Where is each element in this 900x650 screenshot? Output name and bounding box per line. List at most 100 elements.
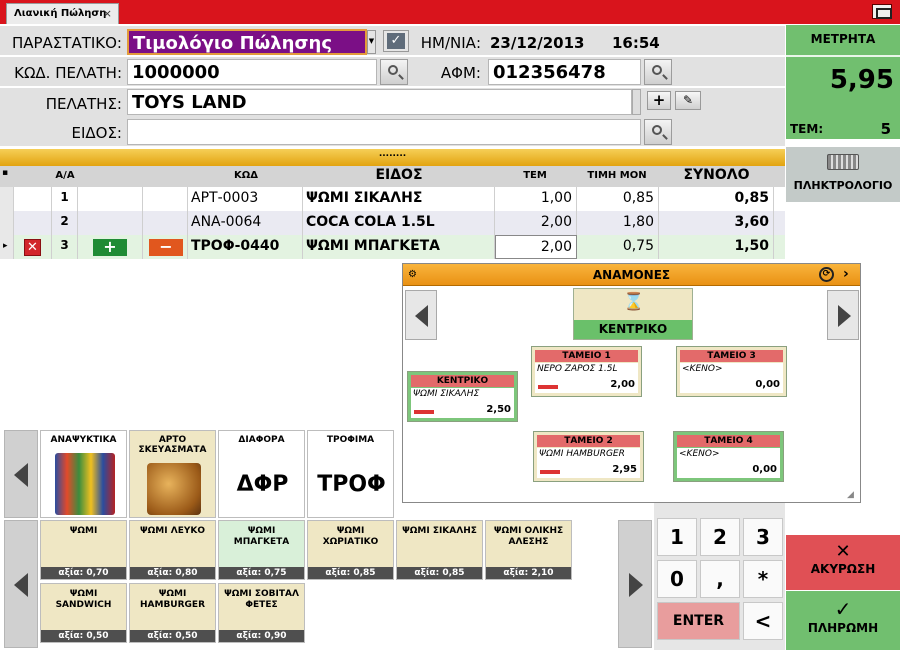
edit-customer-button[interactable]: ✎ — [675, 91, 701, 110]
decrease-qty-button[interactable]: − — [149, 239, 183, 256]
date-value: 23/12/2013 — [490, 34, 585, 52]
table-row[interactable]: 2 ΑΝΑ-0064 COCA COLA 1.5L 2,00 1,80 3,60 — [0, 211, 785, 235]
product-tile[interactable]: ΨΩΜΙ ΛΕΥΚΟ αξία: 0,80 — [129, 520, 216, 580]
category-code: ΤΡΟΦ — [317, 472, 386, 497]
total-amount: 5,95 — [829, 65, 894, 95]
table-row[interactable]: 1 ΑΡΤ-0003 ΨΩΜΙ ΣΙΚΑΛΗΣ 1,00 0,85 0,85 — [0, 187, 785, 211]
category-prev-button[interactable] — [4, 430, 38, 518]
category-misc[interactable]: ΔΙΑΦΟΡΑ ΔΦΡ — [218, 430, 305, 518]
cancel-label: ΑΚΥΡΩΣΗ — [810, 562, 876, 576]
row-item: ΨΩΜΙ ΣΙΚΑΛΗΣ — [303, 187, 495, 211]
till-card-central[interactable]: ΚΕΝΤΡΙΚΟ ΨΩΜΙ ΣΙΚΑΛΗΣ 2,50 — [407, 371, 518, 422]
items-count-label: ΤΕΜ: — [790, 122, 824, 136]
row-total: 0,85 — [659, 187, 774, 211]
col-unit-price: ΤΙΜΗ ΜΟΝ — [587, 170, 647, 181]
afm-search-button[interactable] — [644, 59, 672, 85]
row-price: 0,85 — [577, 187, 659, 211]
till-card-1[interactable]: ΤΑΜΕΙΟ 1 ΝΕΡΟ ΖΑΡΟΣ 1.5L 2,00 — [531, 346, 642, 397]
keyboard-icon — [827, 154, 859, 170]
increase-qty-button[interactable]: + — [93, 239, 127, 256]
products-next-button[interactable] — [618, 520, 652, 648]
search-icon — [652, 65, 662, 75]
soft-drinks-image — [55, 453, 115, 515]
key-comma[interactable]: , — [700, 560, 740, 598]
product-tile[interactable]: ΨΩΜΙ ΣΟΒΙΤΑΛ ΦΕΤΕΣ αξία: 0,90 — [218, 583, 305, 643]
afm-input[interactable]: 012356478 — [488, 59, 641, 85]
delete-row-button[interactable]: ✕ — [24, 239, 41, 256]
customer-code-input[interactable]: 1000000 — [127, 59, 377, 85]
col-qty: ΤΕΜ — [523, 170, 547, 181]
pay-button[interactable]: ✓ ΠΛΗΡΩΜΗ — [786, 591, 900, 650]
items-count-value: 5 — [880, 120, 891, 138]
close-icon: ✕ — [835, 541, 851, 562]
grid-header: ▪ Α/Α ΚΩΔ ΕΙΔΟΣ ΤΕΜ ΤΙΜΗ ΜΟΝ ΣΥΝΟΛΟ — [0, 166, 785, 187]
refresh-icon[interactable]: ⟳ — [819, 267, 834, 282]
waiting-prev-button[interactable] — [405, 290, 437, 340]
row-aa: 2 — [52, 211, 78, 235]
grid-splitter[interactable]: ........ — [0, 149, 785, 166]
customer-input[interactable]: TOYS LAND — [127, 89, 632, 115]
product-tile[interactable]: ΨΩΜΙ ΣΙΚΑΛΗΣ αξία: 0,85 — [396, 520, 483, 580]
category-label: ΔΙΑΦΟΡΑ — [238, 435, 285, 445]
resize-grip-icon[interactable]: ◢ — [847, 490, 854, 500]
customer-label: ΠΕΛΑΤΗΣ: — [45, 95, 122, 113]
till-card-2[interactable]: ΤΑΜΕΙΟ 2 ΨΩΜΙ HAMBURGER 2,95 — [533, 431, 644, 482]
table-row-selected[interactable]: ▸ ✕ 3 + − ΤΡΟΦ-0440 ΨΩΜΙ ΜΠΑΓΚΕΤΑ 2,00 0… — [0, 235, 785, 259]
product-tile[interactable]: ΨΩΜΙ ΧΩΡΙΑΤΙΚΟ αξία: 0,85 — [307, 520, 394, 580]
central-till-label: ΚΕΝΤΡΙΚΟ — [574, 320, 692, 339]
row-code: ΑΡΤ-0003 — [188, 187, 303, 211]
pencil-icon: ✎ — [682, 93, 694, 107]
cancel-button[interactable]: ✕ ΑΚΥΡΩΣΗ — [786, 535, 900, 590]
chevron-right-icon[interactable]: › — [843, 266, 849, 282]
key-0[interactable]: 0 — [657, 560, 697, 598]
key-star[interactable]: * — [743, 560, 783, 598]
category-soft-drinks[interactable]: ΑΝΑΨΥΚΤΙΚΑ — [40, 430, 127, 518]
afm-label: ΑΦΜ: — [440, 64, 481, 82]
add-customer-button[interactable]: + — [647, 91, 671, 110]
key-3[interactable]: 3 — [743, 518, 783, 556]
till-card-3[interactable]: ΤΑΜΕΙΟ 3 <ΚΕΝΟ> 0,00 — [676, 346, 787, 397]
product-tile-selected[interactable]: ΨΩΜΙ ΜΠΑΓΚΕΤΑ αξία: 0,75 — [218, 520, 305, 580]
category-label: ΤΡΟΦΙΜΑ — [326, 435, 375, 445]
customer-code-label: ΚΩΔ. ΠΕΛΑΤΗ: — [14, 64, 122, 82]
product-tile[interactable]: ΨΩΜΙ ΟΛΙΚΗΣ ΑΛΕΣΗΣ αξία: 2,10 — [485, 520, 572, 580]
chevron-down-icon[interactable]: ▼ — [367, 30, 376, 54]
document-type-select[interactable]: Τιμολόγιο Πώλησης — [127, 29, 367, 55]
product-tile[interactable]: ΨΩΜΙ SANDWICH αξία: 0,50 — [40, 583, 127, 643]
row-aa: 1 — [52, 187, 78, 211]
customer-scrollbar[interactable] — [632, 89, 641, 115]
tab-close-icon[interactable]: × — [103, 7, 112, 20]
waiting-next-button[interactable] — [827, 290, 859, 340]
customer-code-search-button[interactable] — [380, 59, 408, 85]
category-food[interactable]: ΤΡΟΦΙΜΑ ΤΡΟΦ — [307, 430, 394, 518]
row-total: 3,60 — [659, 211, 774, 235]
col-aa: Α/Α — [55, 170, 75, 181]
item-search-button[interactable] — [644, 119, 672, 145]
arrow-right-icon — [838, 305, 851, 327]
products-prev-button[interactable] — [4, 520, 38, 648]
row-qty-input[interactable]: 2,00 — [495, 235, 577, 259]
key-1[interactable]: 1 — [657, 518, 697, 556]
product-tile[interactable]: ΨΩΜΙ HAMBURGER αξία: 0,50 — [129, 583, 216, 643]
document-checkbox[interactable]: ✓ — [383, 30, 409, 52]
till-card-4[interactable]: ΤΑΜΕΙΟ 4 <ΚΕΝΟ> 0,00 — [673, 431, 784, 482]
central-till-button[interactable]: ⌛ ΚΕΝΤΡΙΚΟ — [573, 288, 693, 340]
item-search-input[interactable] — [127, 119, 641, 145]
check-icon: ✓ — [387, 33, 405, 49]
keyboard-button[interactable]: ΠΛΗΚΤΡΟΛΟΓΙΟ — [786, 147, 900, 202]
grid-menu-icon[interactable]: ▪ — [2, 168, 8, 178]
backspace-button[interactable]: < — [743, 602, 783, 640]
row-code: ΤΡΟΦ-0440 — [188, 235, 303, 259]
enter-button[interactable]: ENTER — [657, 602, 740, 640]
window-restore-icon[interactable] — [872, 4, 892, 19]
row-qty: 2,00 — [495, 211, 577, 235]
row-price: 1,80 — [577, 211, 659, 235]
row-item: ΨΩΜΙ ΜΠΑΓΚΕΤΑ — [303, 235, 495, 259]
category-bakery[interactable]: ΑΡΤΟ ΣΚΕΥΑΣΜΑΤΑ — [129, 430, 216, 518]
settings-icon[interactable]: ⚙ — [408, 269, 417, 280]
product-tile[interactable]: ΨΩΜΙ αξία: 0,70 — [40, 520, 127, 580]
waiting-title: ΑΝΑΜΟΝΕΣ — [592, 268, 671, 282]
bakery-image — [147, 463, 201, 515]
key-2[interactable]: 2 — [700, 518, 740, 556]
tab-retail-sale[interactable]: Λιανική Πώληση × — [6, 3, 119, 24]
